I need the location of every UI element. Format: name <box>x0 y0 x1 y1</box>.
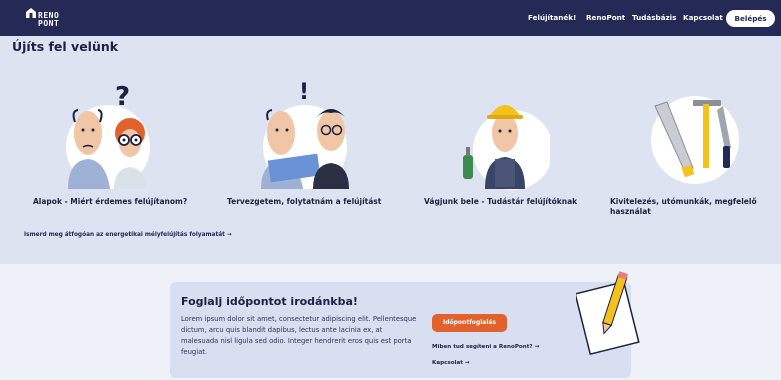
nav-item-renopont[interactable]: RenoPont <box>586 13 625 23</box>
card-title-kivitelezes[interactable]: Kivitelezés, utómunkák, megfelelő haszná… <box>610 197 760 217</box>
logo-text-line2: PONT <box>38 19 60 28</box>
card-title-alapok[interactable]: Alapok - Miért érdemes felújítanom? <box>33 197 203 207</box>
nav-item-felujitanek[interactable]: Felújítanék! <box>528 13 576 23</box>
nav-item-tudasbazis[interactable]: Tudásbázis <box>632 13 676 23</box>
learn-more-link[interactable]: Ismerd meg átfogóan az energetikai mélyf… <box>24 231 232 239</box>
section-title: Újíts fel velünk <box>12 39 119 54</box>
card-title-vagjunk-bele[interactable]: Vágjunk bele - Tudástár felújítóknak <box>424 197 594 207</box>
top-navbar: RENO PONT Felújítanék! RenoPont Tudásbáz… <box>0 0 781 36</box>
nav-item-kapcsolat[interactable]: Kapcsolat <box>683 13 723 23</box>
note-pencil-illustration <box>576 271 640 356</box>
planning-illustration[interactable]: ! <box>255 75 360 190</box>
card-title-tervezgetem[interactable]: Tervezgetem, folytatnám a felújítást <box>227 197 397 207</box>
house-logo-icon <box>26 8 36 18</box>
appointment-button[interactable]: Időpontfoglalás <box>432 314 507 332</box>
contact-link[interactable]: Kapcsolat → <box>432 359 470 367</box>
builder-illustration[interactable] <box>455 75 550 190</box>
svg-text:?: ? <box>115 82 130 112</box>
help-link[interactable]: Miben tud segíteni a RenoPont? → <box>432 343 539 351</box>
two-people-question-illustration[interactable]: ? <box>58 75 158 190</box>
booking-description: Lorem ipsum dolor sit amet, consectetur … <box>181 315 417 356</box>
tools-illustration[interactable] <box>645 88 745 190</box>
svg-text:!: ! <box>299 80 309 105</box>
renopont-logo[interactable]: RENO PONT <box>25 6 73 34</box>
booking-title: Foglalj időpontot irodánkba! <box>181 295 358 308</box>
login-button[interactable]: Belépés <box>726 10 775 27</box>
